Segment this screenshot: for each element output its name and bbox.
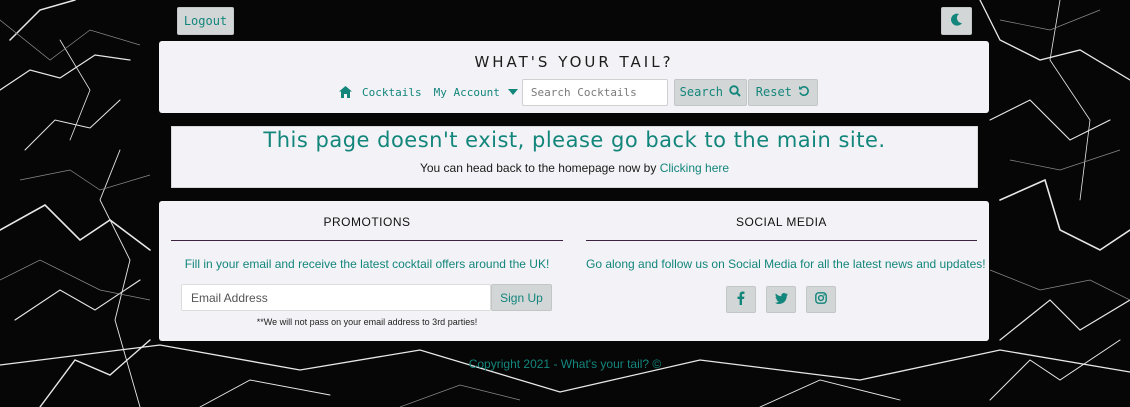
logout-button[interactable]: Logout [177, 7, 234, 35]
site-title: WHAT'S YOUR TAIL? [474, 53, 674, 71]
instagram-icon [815, 292, 827, 307]
nav-my-account-label: My Account [433, 85, 500, 99]
not-found-heading: This page doesn't exist, please go back … [263, 128, 886, 152]
twitter-button[interactable] [766, 286, 796, 313]
email-field[interactable] [181, 284, 491, 311]
not-found-notice: This page doesn't exist, please go back … [171, 126, 978, 188]
social-icons [726, 286, 836, 313]
footer-card: PROMOTIONS Fill in your email and receiv… [159, 201, 989, 341]
home-icon[interactable] [339, 86, 352, 98]
facebook-button[interactable] [726, 286, 756, 313]
search-button[interactable]: Search [673, 78, 747, 106]
caret-down-icon [507, 89, 518, 95]
privacy-note: **We will not pass on your email address… [256, 317, 478, 327]
search-input[interactable] [521, 78, 668, 106]
reset-button-label: Reset [755, 85, 792, 99]
not-found-text: You can head back to the homepage now by [419, 161, 657, 175]
promotions-text: Fill in your email and receive the lates… [184, 257, 550, 271]
site-header: WHAT'S YOUR TAIL? Cocktails My Account S… [159, 41, 989, 113]
promotions-divider [171, 240, 563, 241]
reset-button[interactable]: Reset [747, 78, 818, 106]
social-media-title: SOCIAL MEDIA [736, 215, 827, 229]
theme-toggle-button[interactable] [941, 7, 972, 35]
social-media-divider [586, 240, 977, 241]
not-found-message: You can head back to the homepage now by… [172, 161, 977, 175]
copyright-text: Copyright 2021 - What's your tail? © [468, 357, 662, 371]
homepage-link[interactable]: Clicking here [660, 161, 729, 175]
search-button-label: Search [679, 85, 724, 99]
twitter-icon [774, 292, 788, 307]
social-media-text: Go along and follow us on Social Media f… [586, 257, 986, 271]
promotions-title: PROMOTIONS [323, 215, 411, 229]
moon-icon [950, 13, 963, 29]
search-icon [729, 84, 741, 100]
instagram-button[interactable] [806, 286, 836, 313]
facebook-icon [737, 291, 745, 308]
main-nav: Cocktails My Account Search Reset [339, 78, 818, 106]
undo-icon [798, 85, 810, 100]
nav-cocktails-link[interactable]: Cocktails [362, 86, 422, 99]
nav-my-account-dropdown[interactable]: My Account [434, 86, 518, 99]
sign-up-button[interactable]: Sign Up [491, 284, 552, 311]
